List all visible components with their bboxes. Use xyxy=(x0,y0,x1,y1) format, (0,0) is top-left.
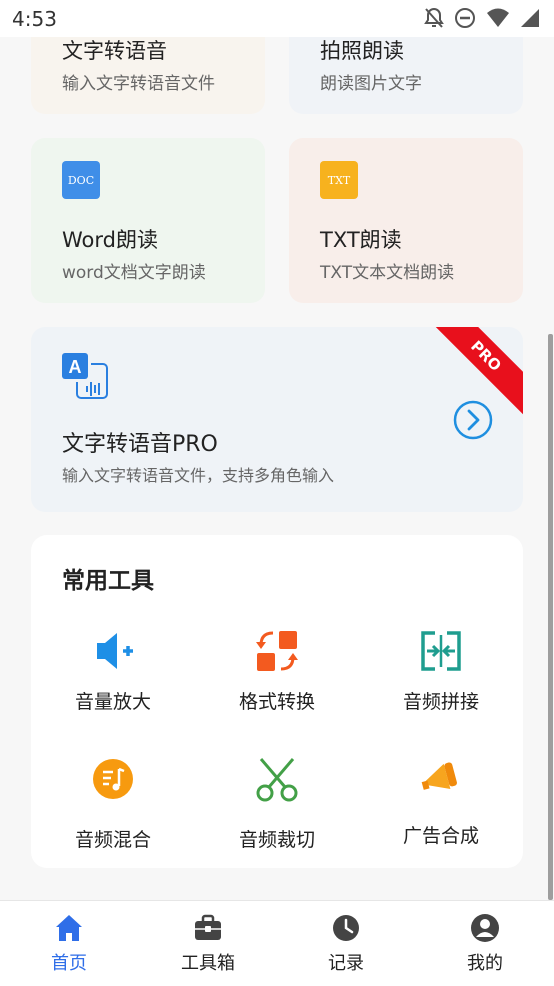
status-bar: 4:53 xyxy=(0,0,554,37)
card-title: 文字转语音 xyxy=(62,39,167,63)
format-convert-icon xyxy=(256,631,298,671)
card-title: 拍照朗读 xyxy=(320,39,404,63)
profile-icon xyxy=(471,914,499,942)
tool-format-convert[interactable]: 格式转换 xyxy=(195,627,359,714)
wifi-icon xyxy=(487,8,509,27)
nav-label: 记录 xyxy=(328,953,364,974)
nav-item-history[interactable]: 记录 xyxy=(296,913,396,975)
tool-label: 音频裁切 xyxy=(238,829,315,851)
nav-label: 我的 xyxy=(467,953,503,974)
home-icon xyxy=(56,915,82,941)
tool-label: 格式转换 xyxy=(238,691,315,713)
status-icons xyxy=(424,7,540,29)
tool-label: 音频混合 xyxy=(74,829,151,851)
arrow-right-circle-icon[interactable] xyxy=(453,400,493,440)
toolbox-icon xyxy=(195,914,221,940)
status-time: 4:53 xyxy=(12,7,57,31)
tool-label: 音频拼接 xyxy=(402,691,479,713)
tool-label: 音量放大 xyxy=(74,691,151,713)
common-tools-panel: 常用工具 音量放大 格式转换 音频拼接 音频混合 音频裁切 广告合成 xyxy=(31,535,523,868)
nav-item-toolbox[interactable]: 工具箱 xyxy=(158,913,258,975)
nav-item-profile[interactable]: 我的 xyxy=(435,913,535,975)
svg-text:A: A xyxy=(69,357,82,377)
megaphone-icon xyxy=(421,762,457,790)
notifications-off-icon xyxy=(424,7,444,28)
volume-up-icon xyxy=(97,633,133,669)
card-subtitle: TXT文本文档朗读 xyxy=(320,263,455,283)
audio-join-icon xyxy=(421,631,461,671)
card-subtitle: 输入文字转语音文件 xyxy=(62,74,215,94)
tool-ad-compose[interactable]: 广告合成 xyxy=(359,751,523,848)
clock-icon xyxy=(333,915,359,941)
card-subtitle: 输入文字转语音文件，支持多角色输入 xyxy=(62,466,335,485)
scissors-icon xyxy=(256,758,298,802)
tts-pro-card[interactable]: PRO A 文字转语音PRO 输入文字转语音文件，支持多角色输入 xyxy=(31,327,523,512)
txt-file-icon: TXT xyxy=(320,161,358,199)
section-title: 常用工具 xyxy=(62,568,154,594)
card-title: 文字转语音PRO xyxy=(62,432,218,457)
doc-file-icon: DOC xyxy=(62,161,100,199)
scrollbar[interactable] xyxy=(548,334,553,900)
txt-read-card[interactable]: TXT TXT朗读 TXT文本文档朗读 xyxy=(289,138,523,303)
translate-voice-icon: A xyxy=(62,353,108,399)
word-read-card[interactable]: DOC Word朗读 word文档文字朗读 xyxy=(31,138,265,303)
tool-audio-trim[interactable]: 音频裁切 xyxy=(195,755,359,852)
card-title: TXT朗读 xyxy=(320,228,402,252)
tool-volume-boost[interactable]: 音量放大 xyxy=(31,627,195,714)
nav-label: 工具箱 xyxy=(181,953,235,974)
tool-audio-mix[interactable]: 音频混合 xyxy=(31,755,195,852)
card-title: Word朗读 xyxy=(62,228,158,252)
nav-item-home[interactable]: 首页 xyxy=(19,913,119,975)
tool-label: 广告合成 xyxy=(402,825,479,847)
do-not-disturb-icon xyxy=(455,8,475,28)
card-subtitle: 朗读图片文字 xyxy=(320,74,422,94)
audio-mix-icon xyxy=(93,759,133,799)
bottom-navigation: 首页 工具箱 记录 我的 xyxy=(0,900,554,986)
nav-label: 首页 xyxy=(51,953,87,974)
card-subtitle: word文档文字朗读 xyxy=(62,263,206,283)
tool-audio-join[interactable]: 音频拼接 xyxy=(359,627,523,714)
signal-icon xyxy=(521,9,539,27)
